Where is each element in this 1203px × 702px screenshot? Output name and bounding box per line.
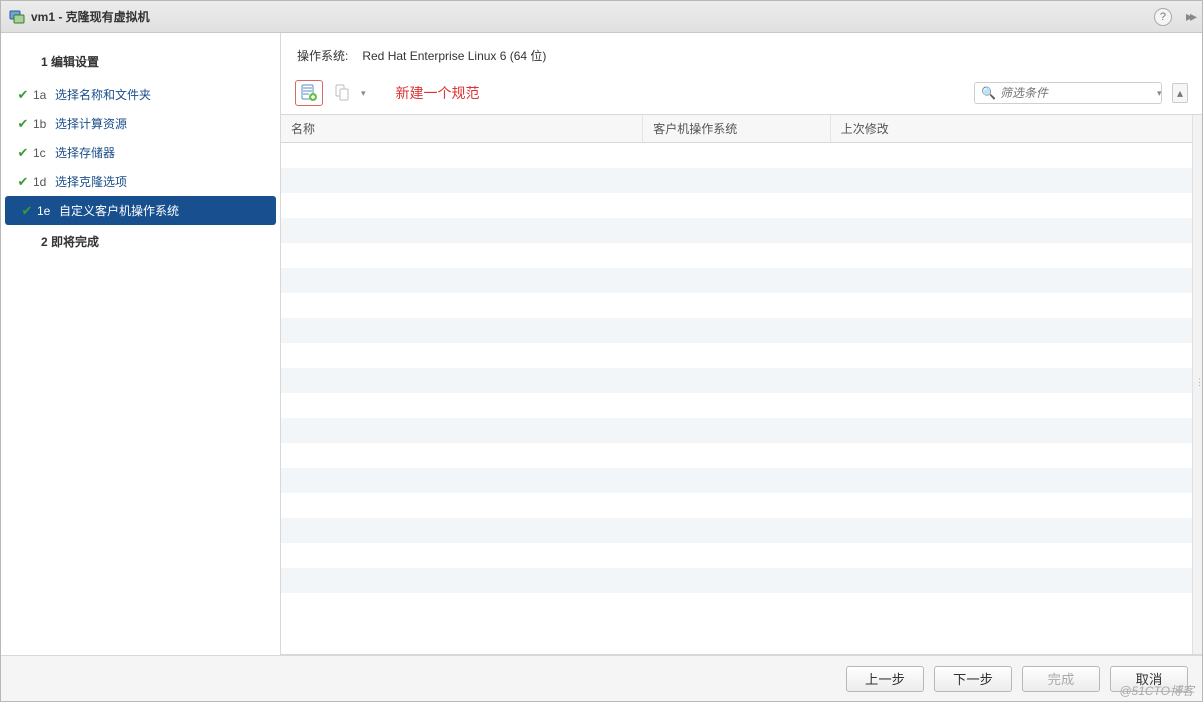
table-row[interactable] — [281, 243, 1192, 268]
vm-icon — [9, 9, 25, 25]
spec-table: 名称 客户机操作系统 上次修改 — [281, 114, 1202, 655]
table-row[interactable] — [281, 518, 1192, 543]
table-row[interactable] — [281, 143, 1192, 168]
main-panel: 操作系统: Red Hat Enterprise Linux 6 (64 位) … — [281, 33, 1202, 655]
step-1c[interactable]: ✔ 1c 选择存储器 — [1, 138, 280, 167]
collapse-toggle[interactable]: ▸▸ — [1186, 8, 1194, 25]
table-row[interactable] — [281, 418, 1192, 443]
table-row[interactable] — [281, 193, 1192, 218]
scroll-grip-icon: ⋮⋮ — [1195, 381, 1201, 389]
table-row[interactable] — [281, 268, 1192, 293]
table-header: 名称 客户机操作系统 上次修改 — [281, 115, 1192, 143]
table-row[interactable] — [281, 343, 1192, 368]
step-1d[interactable]: ✔ 1d 选择克隆选项 — [1, 167, 280, 196]
table-body — [281, 143, 1192, 618]
filter-input[interactable] — [1000, 86, 1157, 100]
step-1e[interactable]: ✔ 1e 自定义客户机操作系统 — [5, 196, 276, 225]
scroll-top-button[interactable]: ▴ — [1172, 83, 1188, 103]
import-spec-button[interactable] — [329, 80, 357, 106]
table-row[interactable] — [281, 543, 1192, 568]
next-button[interactable]: 下一步 — [934, 666, 1012, 692]
table-row[interactable] — [281, 593, 1192, 618]
step-1a[interactable]: ✔ 1a 选择名称和文件夹 — [1, 80, 280, 109]
wizard-sidebar: 1 编辑设置 ✔ 1a 选择名称和文件夹 ✔ 1b 选择计算资源 ✔ 1c 选择… — [1, 33, 281, 655]
os-label: 操作系统: — [297, 47, 348, 64]
search-icon: 🔍 — [981, 86, 996, 100]
table-row[interactable] — [281, 168, 1192, 193]
content-area: 1 编辑设置 ✔ 1a 选择名称和文件夹 ✔ 1b 选择计算资源 ✔ 1c 选择… — [1, 33, 1202, 655]
table-row[interactable] — [281, 568, 1192, 593]
table-row[interactable] — [281, 468, 1192, 493]
os-value: Red Hat Enterprise Linux 6 (64 位) — [362, 47, 546, 64]
dropdown-arrow-icon[interactable]: ▾ — [361, 88, 366, 99]
footer: 上一步 下一步 完成 取消 @51CTO博客 — [1, 655, 1202, 701]
new-spec-button[interactable] — [295, 80, 323, 106]
check-icon: ✔ — [17, 203, 37, 219]
os-header: 操作系统: Red Hat Enterprise Linux 6 (64 位) — [281, 33, 1202, 74]
finish-button: 完成 — [1022, 666, 1100, 692]
table-row[interactable] — [281, 443, 1192, 468]
table-row[interactable] — [281, 293, 1192, 318]
table-row[interactable] — [281, 218, 1192, 243]
check-icon: ✔ — [13, 116, 33, 132]
back-button[interactable]: 上一步 — [846, 666, 924, 692]
filter-box[interactable]: 🔍 ▾ — [974, 82, 1162, 104]
annotation-text: 新建一个规范 — [396, 83, 480, 103]
toolbar: ▾ 新建一个规范 🔍 ▾ ▴ — [281, 74, 1202, 114]
vertical-scrollbar[interactable]: ⋮⋮ — [1192, 115, 1202, 654]
table-row[interactable] — [281, 368, 1192, 393]
help-button[interactable]: ? — [1154, 8, 1172, 26]
table-row[interactable] — [281, 318, 1192, 343]
check-icon: ✔ — [13, 174, 33, 190]
cancel-button[interactable]: 取消 — [1110, 666, 1188, 692]
clone-vm-wizard: vm1 - 克隆现有虚拟机 ? ▸▸ 1 编辑设置 ✔ 1a 选择名称和文件夹 … — [0, 0, 1203, 702]
section-1-title: 1 编辑设置 — [1, 47, 280, 80]
filter-dropdown-icon[interactable]: ▾ — [1157, 88, 1162, 99]
table-row[interactable] — [281, 393, 1192, 418]
step-1b[interactable]: ✔ 1b 选择计算资源 — [1, 109, 280, 138]
table-row[interactable] — [281, 493, 1192, 518]
window-title: vm1 - 克隆现有虚拟机 — [31, 8, 150, 25]
section-2-title: 2 即将完成 — [1, 225, 280, 256]
check-icon: ✔ — [13, 145, 33, 161]
col-last-modified[interactable]: 上次修改 — [831, 115, 1192, 142]
col-name[interactable]: 名称 — [281, 115, 643, 142]
titlebar: vm1 - 克隆现有虚拟机 ? ▸▸ — [1, 1, 1202, 33]
col-guest-os[interactable]: 客户机操作系统 — [643, 115, 830, 142]
check-icon: ✔ — [13, 87, 33, 103]
